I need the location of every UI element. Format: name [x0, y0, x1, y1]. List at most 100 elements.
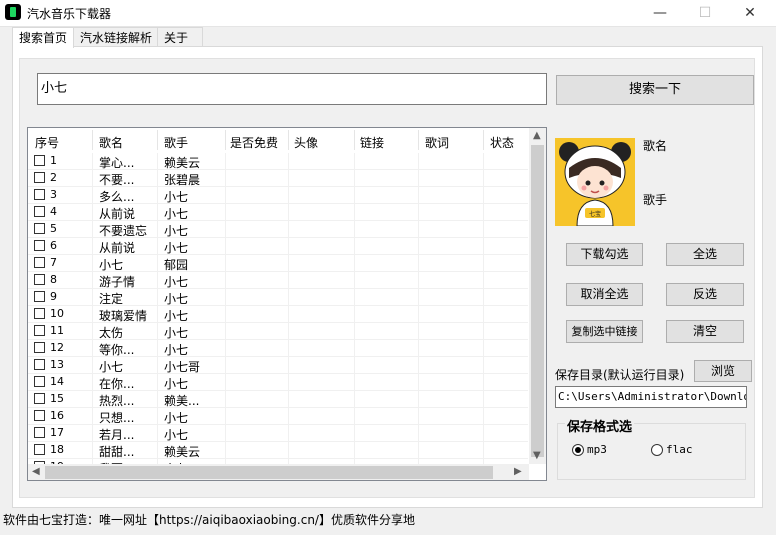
row-checkbox[interactable] [34, 189, 45, 200]
column-header-index[interactable]: 序号 [35, 134, 59, 151]
column-divider [418, 238, 419, 254]
table-row[interactable]: 4 从前说 小七 [28, 204, 528, 221]
row-song: 等你... [99, 343, 135, 357]
row-checkbox[interactable] [34, 410, 45, 421]
scroll-left-icon[interactable]: ◀ [32, 466, 40, 477]
column-divider [354, 408, 355, 424]
row-artist: 小七 [164, 309, 189, 323]
column-divider [157, 153, 158, 169]
column-header-free[interactable]: 是否免费 [230, 134, 278, 151]
table-row[interactable]: 2 不要... 张碧晨 [28, 170, 528, 187]
column-divider [483, 272, 484, 288]
horizontal-scrollbar[interactable]: ◀ ▶ [28, 464, 529, 480]
browse-button[interactable]: 浏览 [694, 360, 752, 382]
row-checkbox[interactable] [34, 240, 45, 251]
table-row[interactable]: 6 从前说 小七 [28, 238, 528, 255]
row-checkbox[interactable] [34, 274, 45, 285]
column-divider [157, 170, 158, 186]
row-artist: 小七 [164, 224, 189, 238]
column-divider [157, 204, 158, 220]
format-group-title: 保存格式选 [565, 416, 635, 435]
avatar: 七宝 [555, 138, 635, 226]
search-input[interactable]: 小七 [37, 73, 547, 105]
table-row[interactable]: 15 热烈... 赖美... [28, 391, 528, 408]
row-index: 8 [50, 273, 57, 286]
song-list[interactable]: 序号 歌名 歌手 是否免费 头像 链接 歌词 状态 1 掌心... 赖美云 2 不要..… [27, 127, 547, 481]
row-checkbox[interactable] [34, 427, 45, 438]
row-song: 不要遗忘 [99, 224, 148, 238]
row-checkbox[interactable] [34, 308, 45, 319]
column-divider [288, 391, 289, 407]
select-all-button[interactable]: 全选 [666, 243, 744, 266]
table-row[interactable]: 13 小七 小七哥 [28, 357, 528, 374]
deselect-all-button[interactable]: 取消全选 [566, 283, 643, 306]
close-button[interactable]: ✕ [727, 0, 773, 26]
table-row[interactable]: 18 甜甜... 赖美云 [28, 442, 528, 459]
row-checkbox[interactable] [34, 376, 45, 387]
row-checkbox[interactable] [34, 206, 45, 217]
radio-mp3[interactable] [572, 444, 584, 456]
table-row[interactable]: 7 小七 郁园 [28, 255, 528, 272]
minimize-button[interactable]: — [637, 0, 683, 26]
search-button[interactable]: 搜索一下 [556, 75, 754, 105]
scroll-right-icon[interactable]: ▶ [514, 466, 522, 477]
table-row[interactable]: 9 注定 小七 [28, 289, 528, 306]
table-row[interactable]: 16 只想... 小七 [28, 408, 528, 425]
row-checkbox[interactable] [34, 291, 45, 302]
column-divider [225, 374, 226, 390]
row-index: 4 [50, 205, 57, 218]
tab-link-parse[interactable]: 汽水链接解析 [73, 27, 160, 47]
column-divider [157, 289, 158, 305]
column-header-artist[interactable]: 歌手 [164, 134, 188, 151]
horizontal-scroll-thumb[interactable] [45, 466, 493, 479]
row-checkbox[interactable] [34, 359, 45, 370]
table-row[interactable]: 11 太伤 小七 [28, 323, 528, 340]
table-row[interactable]: 10 玻璃爱情 小七 [28, 306, 528, 323]
column-divider [483, 255, 484, 271]
download-checked-button[interactable]: 下载勾选 [566, 243, 643, 266]
table-row[interactable]: 1 掌心... 赖美云 [28, 153, 528, 170]
tab-search-home[interactable]: 搜索首页 [12, 27, 75, 48]
table-row[interactable]: 3 多么... 小七 [28, 187, 528, 204]
column-header-link[interactable]: 链接 [360, 134, 384, 151]
column-divider [354, 323, 355, 339]
row-checkbox[interactable] [34, 393, 45, 404]
vertical-scrollbar[interactable]: ▲ ▼ [529, 128, 546, 464]
table-row[interactable]: 14 在你... 小七 [28, 374, 528, 391]
vertical-scroll-thumb[interactable] [531, 145, 544, 457]
row-checkbox[interactable] [34, 155, 45, 166]
column-header-lyrics[interactable]: 歌词 [425, 134, 449, 151]
table-row[interactable]: 8 游子情 小七 [28, 272, 528, 289]
save-path-input[interactable]: C:\Users\Administrator\Downloads [555, 386, 747, 408]
column-divider [225, 255, 226, 271]
column-header-avatar[interactable]: 头像 [294, 134, 318, 151]
clear-button[interactable]: 清空 [666, 320, 744, 343]
row-checkbox[interactable] [34, 444, 45, 455]
table-row[interactable]: 12 等你... 小七 [28, 340, 528, 357]
column-divider [483, 442, 484, 458]
invert-selection-button[interactable]: 反选 [666, 283, 744, 306]
row-checkbox[interactable] [34, 257, 45, 268]
radio-flac-label[interactable]: flac [666, 443, 693, 456]
row-checkbox[interactable] [34, 223, 45, 234]
column-divider [483, 170, 484, 186]
table-row[interactable]: 5 不要遗忘 小七 [28, 221, 528, 238]
scroll-down-icon[interactable]: ▼ [533, 450, 541, 461]
column-header-status[interactable]: 状态 [490, 134, 514, 151]
column-divider [354, 306, 355, 322]
row-artist: 小七 [164, 326, 189, 340]
row-checkbox[interactable] [34, 342, 45, 353]
radio-flac[interactable] [651, 444, 663, 456]
table-row[interactable]: 17 若月... 小七 [28, 425, 528, 442]
row-checkbox[interactable] [34, 172, 45, 183]
column-divider [483, 357, 484, 373]
column-header-song[interactable]: 歌名 [99, 134, 123, 151]
radio-mp3-label[interactable]: mp3 [587, 443, 607, 456]
copy-links-button[interactable]: 复制选中链接 [566, 320, 643, 343]
maximize-button[interactable]: ☐ [682, 0, 728, 26]
row-artist: 小七 [164, 428, 189, 442]
scroll-up-icon[interactable]: ▲ [533, 130, 541, 141]
row-checkbox[interactable] [34, 325, 45, 336]
song-name-label: 歌名 [643, 139, 668, 153]
tab-about[interactable]: 关于 [157, 27, 203, 47]
